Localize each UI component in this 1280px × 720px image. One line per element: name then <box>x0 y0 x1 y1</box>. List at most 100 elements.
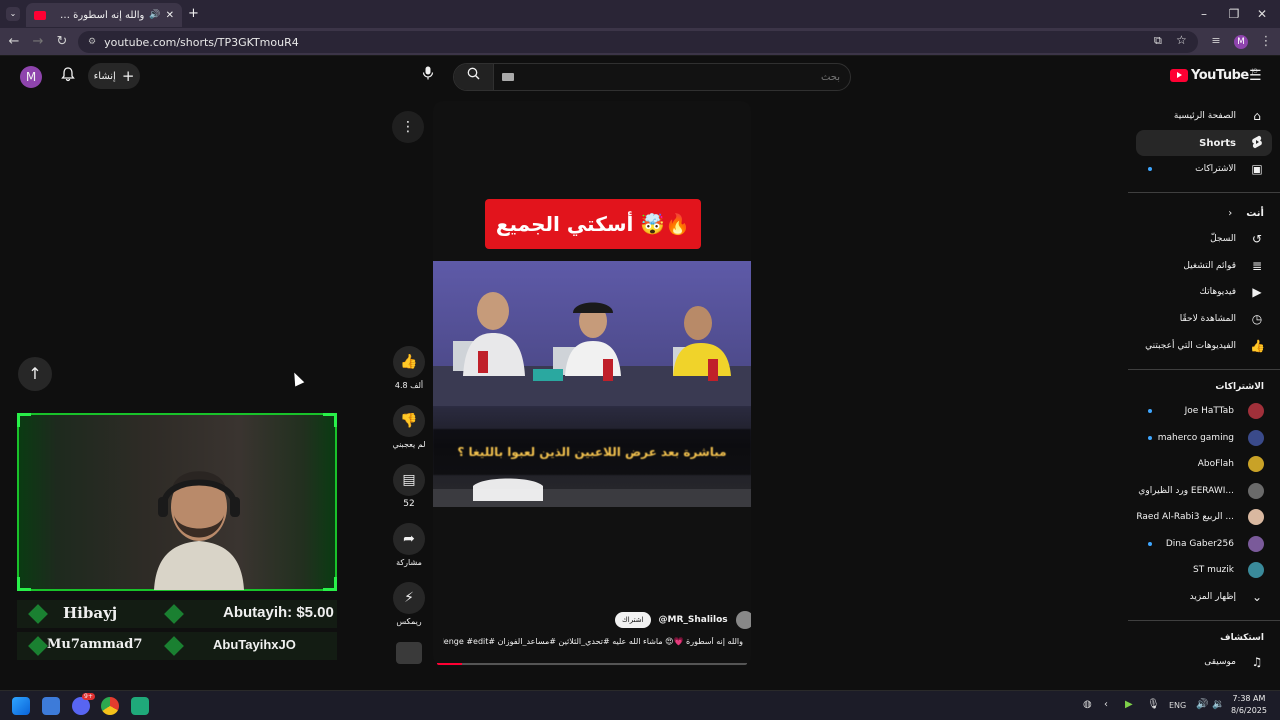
sidebar-item-home[interactable]: الصفحة الرئيسية ⌂ <box>1136 103 1272 129</box>
discord-icon[interactable]: 9+ <box>72 693 95 715</box>
scroll-up-arrow-icon[interactable]: ↑ <box>18 357 52 391</box>
sound-thumbnail[interactable] <box>396 642 422 664</box>
create-label: إنشاء <box>93 70 116 82</box>
channel-avatar[interactable] <box>735 611 751 629</box>
subscribe-button[interactable]: اشتراك <box>615 612 651 628</box>
tab-close-icon[interactable]: ✕ <box>166 10 174 21</box>
app-icon[interactable] <box>131 697 149 715</box>
minimize-icon[interactable]: – <box>1194 5 1214 23</box>
new-content-dot <box>1148 409 1152 413</box>
sidebar-sub-item[interactable]: Joe HaTTab <box>1136 398 1272 424</box>
sidebar-item-history[interactable]: السجلّ ↺ <box>1136 226 1272 252</box>
like-button[interactable]: 👍 <box>393 346 425 378</box>
sidebar-item-music[interactable]: موسيقى ♫ <box>1136 649 1272 675</box>
sidebar-item-label: AboFlah <box>1197 459 1234 469</box>
forward-icon[interactable]: → <box>30 34 46 49</box>
speaker-icon-alt[interactable]: 🔉 <box>1212 699 1224 710</box>
video-progress-bar[interactable] <box>437 663 747 665</box>
sidebar-item-label: Shorts <box>1199 137 1236 149</box>
channel-name[interactable]: @MR_Shalilos <box>659 615 728 625</box>
sidebar-show-more[interactable]: إظهار المزيد ⌄ <box>1136 584 1272 610</box>
sidebar-item-your-videos[interactable]: فيديوهاتك ▶ <box>1136 279 1272 305</box>
account-avatar[interactable]: M <box>20 66 42 88</box>
sidebar-sub-item[interactable]: ورد الظيراوي EERAWI... <box>1136 478 1272 504</box>
channel-avatar <box>1248 562 1264 578</box>
reload-icon[interactable]: ↻ <box>54 34 70 49</box>
webcam-overlay <box>17 413 337 591</box>
sidebar-item-label: الفيديوهات التي أعجبتني <box>1145 341 1236 351</box>
tray-mic-icon[interactable]: 🎙 <box>1147 699 1160 710</box>
tray-status-icon[interactable]: ◍ <box>1083 699 1092 710</box>
remix-label: ريمكس <box>396 617 422 626</box>
sidebar: الصفحة الرئيسية ⌂ Shorts الاشتراكات ▣ › … <box>1128 100 1280 690</box>
url-text: youtube.com/shorts/TP3GKTmouR4 <box>104 35 299 49</box>
bookmark-star-icon[interactable]: ☆ <box>1176 33 1187 47</box>
comment-count: 52 <box>403 499 415 509</box>
new-tab-icon[interactable]: + <box>188 6 199 21</box>
install-app-icon[interactable]: ⧉ <box>1154 34 1162 48</box>
share-label: مشاركة <box>396 558 422 567</box>
create-button[interactable]: إنشاء + <box>88 63 140 89</box>
video-title-banner: 🔥🤯 أسكتي الجميع <box>485 199 701 249</box>
donation-row: Mu7ammad7 AbuTayihxJO <box>17 632 337 660</box>
sidebar-item-liked-videos[interactable]: الفيديوهات التي أعجبتني 👍 <box>1136 333 1272 359</box>
sidebar-divider <box>1128 192 1280 193</box>
sidebar-sub-item[interactable]: Raed Al-Rabi3 الربيع ... <box>1136 504 1272 530</box>
browser-profile-avatar[interactable]: M <box>1234 35 1248 49</box>
address-bar[interactable]: ⚙ youtube.com/shorts/TP3GKTmouR4 ⧉ ☆ <box>78 31 1198 53</box>
window-close-icon[interactable]: ✕ <box>1252 5 1272 23</box>
comments-button[interactable]: ▤ <box>393 464 425 496</box>
chevron-right-icon: › <box>1228 207 1233 219</box>
tab-search-icon[interactable]: ⌄ <box>6 7 20 21</box>
notifications-bell-icon[interactable] <box>60 66 76 86</box>
sidebar-item-label: Joe HaTTab <box>1184 406 1234 416</box>
playlists-icon: ≣ <box>1251 259 1263 273</box>
remix-button[interactable]: ⚡ <box>393 582 425 614</box>
more-options-icon[interactable]: ⋮ <box>392 111 424 143</box>
sidebar-you-header[interactable]: › أنت <box>1136 200 1272 226</box>
search-input[interactable] <box>500 68 840 86</box>
sidebar-sub-item[interactable]: maherco gaming <box>1136 425 1272 451</box>
sidebar-item-watch-later[interactable]: المشاهدة لاحقًا ◷ <box>1136 306 1272 332</box>
donor-name: Hibayj <box>63 604 118 622</box>
sidebar-item-shorts[interactable]: Shorts <box>1136 130 1272 156</box>
youtube-logo[interactable]: YouTube JO <box>1170 68 1258 83</box>
search-box <box>453 63 851 91</box>
tab-audio-icon[interactable]: 🔊 <box>149 10 160 20</box>
dislike-button[interactable]: 👎 <box>393 405 425 437</box>
hamburger-menu-icon[interactable]: ☰ <box>1249 68 1262 84</box>
history-icon: ↺ <box>1251 232 1263 246</box>
sidebar-sub-item[interactable]: ST muzik <box>1136 557 1272 583</box>
channel-row: اشتراك @MR_Shalilos <box>615 611 751 629</box>
sidebar-item-playlists[interactable]: قوائم التشغيل ≣ <box>1136 253 1272 279</box>
taskbar-clock[interactable]: 7:38 AM 8/6/2025 <box>1226 693 1272 717</box>
short-description[interactable]: والله إنه أسطورة 💗😍 ماشاء الله عليه #تحد… <box>443 637 743 646</box>
chrome-icon[interactable] <box>101 697 119 715</box>
shorts-player[interactable]: 🔥🤯 أسكتي الجميع مباشرة بعد عرض اللاعبين … <box>433 101 751 666</box>
back-icon[interactable]: ← <box>6 34 22 49</box>
channel-avatar <box>1248 509 1264 525</box>
search-button[interactable] <box>454 64 494 90</box>
tray-chevron-icon[interactable]: ‹ <box>1104 699 1108 710</box>
sidebar-sub-item[interactable]: Dina Gaber256 <box>1136 531 1272 557</box>
site-info-icon[interactable]: ⚙ <box>88 37 96 47</box>
shorts-icon <box>1250 135 1264 152</box>
share-button[interactable]: ➦ <box>393 523 425 555</box>
star-icon <box>28 604 48 624</box>
tray-play-icon[interactable]: ▶ <box>1125 699 1133 710</box>
voice-search-mic-icon[interactable] <box>416 64 440 88</box>
sidebar-item-label: الصفحة الرئيسية <box>1173 111 1236 121</box>
subscriptions-icon: ▣ <box>1251 162 1263 176</box>
browser-menu-icon[interactable]: ⋮ <box>1258 34 1274 49</box>
browser-tab[interactable]: والله إنه أسطورة 💗😍 ماشا... 🔊 ✕ <box>26 3 182 27</box>
sidebar-item-subscriptions[interactable]: الاشتراكات ▣ <box>1136 156 1272 182</box>
windows-start-icon[interactable] <box>12 697 30 715</box>
speaker-icon[interactable]: 🔊 <box>1196 699 1208 710</box>
file-explorer-icon[interactable] <box>42 697 60 715</box>
your-videos-icon: ▶ <box>1252 285 1262 299</box>
windows-taskbar: 9+ ◍ ‹ ▶ 🎙 ENG 🔊 🔉 7:38 AM 8/6/2025 <box>0 690 1280 720</box>
restore-icon[interactable]: ❐ <box>1224 5 1244 23</box>
language-indicator[interactable]: ENG <box>1169 701 1186 710</box>
media-controls-icon[interactable]: ≡ <box>1208 34 1224 47</box>
sidebar-sub-item[interactable]: AboFlah <box>1136 451 1272 477</box>
